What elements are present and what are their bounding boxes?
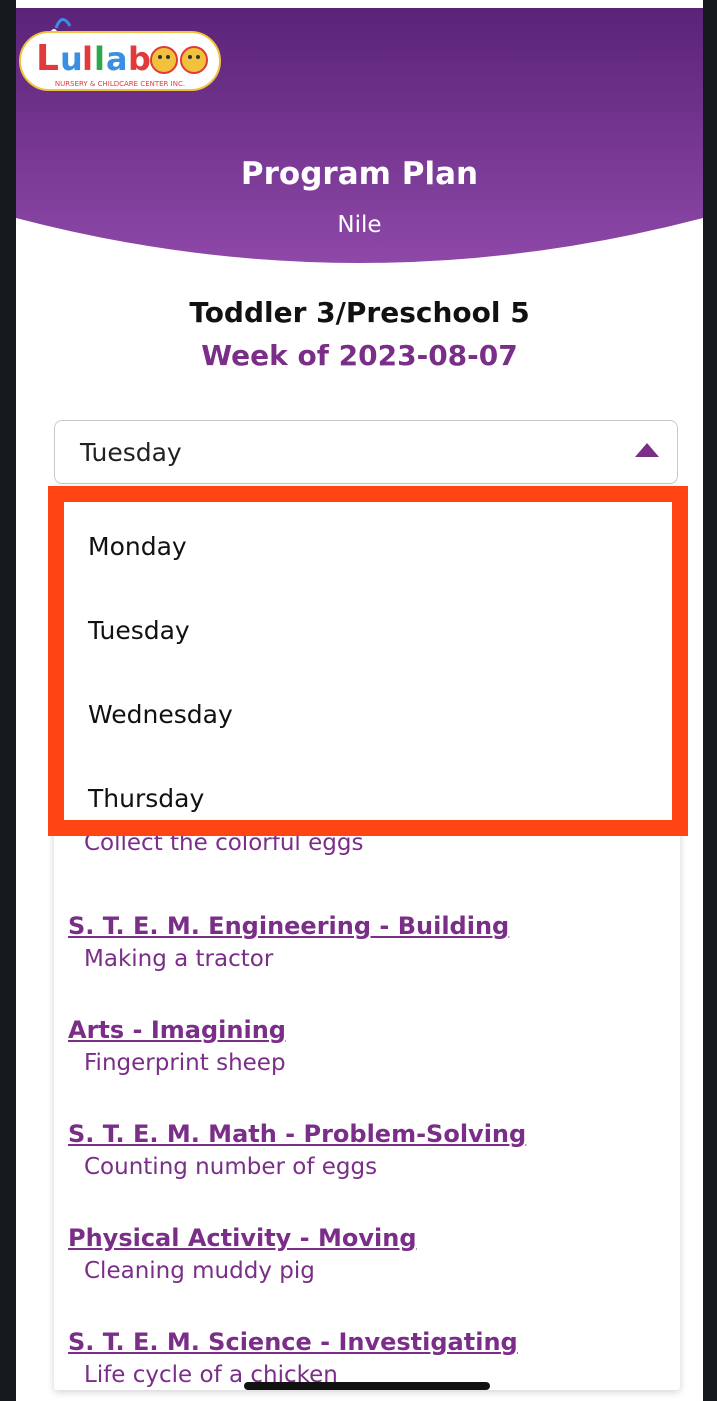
svg-text:L: L [36, 38, 59, 79]
caret-up-icon [635, 443, 659, 457]
location-subtitle: Nile [337, 212, 382, 238]
activity-item: S. T. E. M. Science - Investigating Life… [68, 1328, 658, 1388]
activity-description: Cleaning muddy pig [84, 1258, 315, 1284]
device-bezel-right [703, 0, 717, 1401]
screen: L u l l a b NURSERY & CHILDCARE CENTER I… [16, 8, 703, 1401]
device-bezel-left [0, 0, 16, 1401]
day-option-monday[interactable]: Monday [88, 532, 648, 561]
svg-text:l: l [94, 40, 105, 78]
class-name: Toddler 3/Preschool 5 [189, 296, 530, 329]
day-option-thursday[interactable]: Thursday [88, 784, 648, 813]
day-option-tuesday[interactable]: Tuesday [88, 616, 648, 645]
svg-text:u: u [60, 40, 83, 78]
home-indicator[interactable] [244, 1382, 490, 1390]
activity-title-link[interactable]: S. T. E. M. Engineering - Building [68, 912, 509, 940]
day-select-value: Tuesday [80, 438, 182, 467]
activity-item: S. T. E. M. Engineering - Building Makin… [68, 912, 658, 972]
svg-text:a: a [106, 40, 128, 78]
header-banner: L u l l a b NURSERY & CHILDCARE CENTER I… [16, 8, 703, 288]
activity-description: Counting number of eggs [84, 1154, 378, 1180]
lullaboo-logo: L u l l a b NURSERY & CHILDCARE CENTER I… [19, 18, 221, 91]
activity-description: Making a tractor [84, 946, 274, 972]
activity-item: Arts - Imagining Fingerprint sheep [68, 1016, 658, 1076]
activity-title-link[interactable]: S. T. E. M. Science - Investigating [68, 1328, 518, 1356]
app-frame: L u l l a b NURSERY & CHILDCARE CENTER I… [0, 0, 717, 1401]
activity-description: Fingerprint sheep [84, 1050, 286, 1076]
activity-item: S. T. E. M. Math - Problem-Solving Count… [68, 1120, 658, 1180]
day-dropdown-menu: Monday Tuesday Wednesday Thursday [48, 486, 688, 836]
activity-title-link[interactable]: Arts - Imagining [68, 1016, 286, 1044]
svg-text:b: b [128, 40, 151, 78]
day-select[interactable]: Tuesday [54, 420, 678, 484]
page-title: Program Plan [240, 156, 479, 192]
svg-text:l: l [82, 40, 93, 78]
activity-title-link[interactable]: S. T. E. M. Math - Problem-Solving [68, 1120, 526, 1148]
activity-title-link[interactable]: Physical Activity - Moving [68, 1224, 417, 1252]
svg-text:NURSERY & CHILDCARE CENTER INC: NURSERY & CHILDCARE CENTER INC. [55, 80, 185, 88]
day-option-wednesday[interactable]: Wednesday [88, 700, 648, 729]
activity-item: Physical Activity - Moving Cleaning mudd… [68, 1224, 658, 1284]
week-label: Week of 2023-08-07 [201, 339, 518, 372]
